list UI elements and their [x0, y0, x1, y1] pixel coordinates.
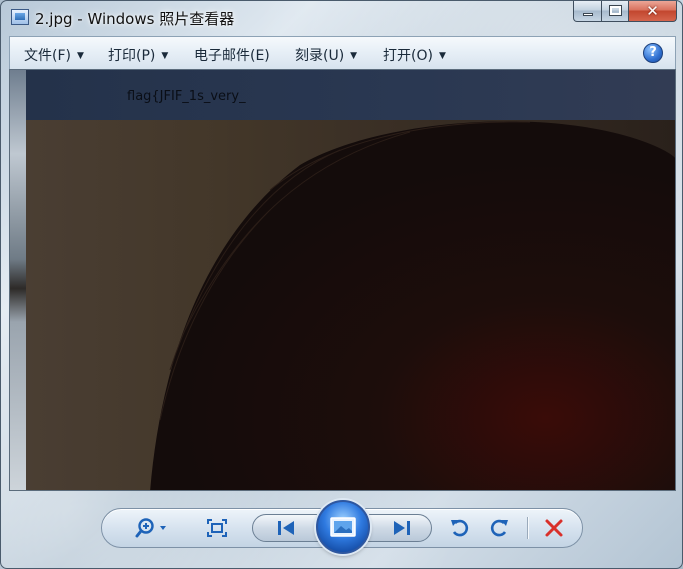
- image-overlay-text: flag{JFIF_1s_very_: [127, 89, 246, 104]
- menu-file[interactable]: 文件(F) ▼: [24, 45, 84, 65]
- slideshow-button[interactable]: [316, 500, 370, 554]
- dropdown-arrow-icon: ▼: [161, 51, 169, 61]
- dropdown-arrow-icon: ▼: [76, 51, 84, 61]
- menu-file-label: 文件(F): [24, 48, 71, 64]
- caption-buttons: ✕: [573, 1, 677, 23]
- photo-viewer-window: 2.jpg - Windows 照片查看器 ✕ 文件(F) ▼ 打印(P) ▼ 电子…: [0, 0, 683, 569]
- zoom-icon: [135, 518, 166, 538]
- close-icon: ✕: [646, 2, 659, 20]
- menu-email[interactable]: 电子邮件(E): [194, 45, 270, 65]
- photo-viewer-app-icon[interactable]: [11, 9, 29, 25]
- previous-icon: [278, 521, 294, 535]
- displayed-photo: flag{JFIF_1s_very_: [10, 70, 675, 490]
- next-button[interactable]: [382, 509, 422, 547]
- menu-bar: 文件(F) ▼ 打印(P) ▼ 电子邮件(E) 刻录(U) ▼ 打开(O) ▼ ?: [9, 36, 676, 69]
- actual-size-button[interactable]: [200, 509, 234, 547]
- title-bar[interactable]: 2.jpg - Windows 照片查看器 ✕: [1, 1, 682, 35]
- actual-size-icon: [207, 519, 227, 537]
- rotate-left-button[interactable]: [444, 509, 476, 547]
- close-button[interactable]: ✕: [629, 1, 677, 22]
- window-title: 2.jpg - Windows 照片查看器: [35, 10, 235, 28]
- minimize-button[interactable]: [573, 1, 602, 22]
- menu-print[interactable]: 打印(P) ▼: [108, 45, 168, 65]
- toolbar-divider: [527, 517, 528, 539]
- image-viewport[interactable]: flag{JFIF_1s_very_: [9, 69, 676, 491]
- delete-button[interactable]: [538, 509, 570, 547]
- menu-print-label: 打印(P): [108, 48, 156, 64]
- next-icon: [394, 521, 410, 535]
- menu-email-label: 电子邮件(E): [194, 48, 270, 64]
- delete-icon: [545, 519, 563, 537]
- bottom-control-bar: [101, 500, 583, 554]
- maximize-icon: [609, 5, 622, 16]
- rotate-right-icon: [490, 519, 508, 537]
- minimize-icon: [583, 13, 593, 16]
- menu-open-label: 打开(O): [383, 48, 433, 64]
- dropdown-arrow-icon: ▼: [438, 51, 446, 61]
- help-icon[interactable]: ?: [643, 43, 663, 63]
- rotate-right-button[interactable]: [483, 509, 515, 547]
- menu-open[interactable]: 打开(O) ▼: [383, 45, 446, 65]
- hair-silhouette: [150, 121, 675, 490]
- menu-burn-label: 刻录(U): [295, 48, 345, 64]
- previous-button[interactable]: [266, 509, 306, 547]
- menu-burn[interactable]: 刻录(U) ▼: [295, 45, 357, 65]
- slideshow-icon: [330, 517, 356, 537]
- zoom-button[interactable]: [132, 509, 172, 547]
- maximize-button[interactable]: [602, 1, 629, 22]
- dropdown-arrow-icon: ▼: [350, 51, 358, 61]
- rotate-left-icon: [451, 519, 469, 537]
